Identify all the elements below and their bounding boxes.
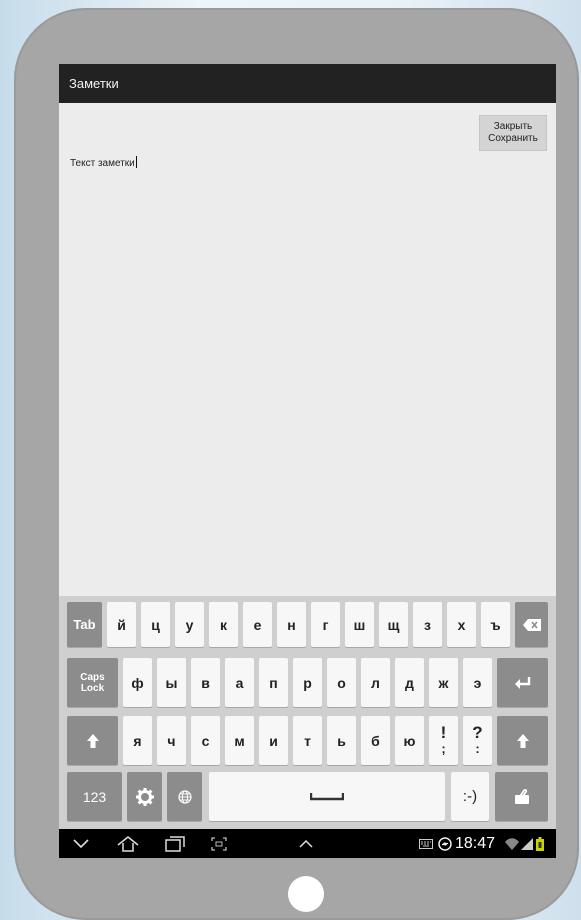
battery-status-icon-wrap (536, 829, 544, 858)
backspace-key[interactable] (515, 602, 548, 647)
key-row1-5[interactable]: е (243, 602, 272, 647)
nav-home-button[interactable] (117, 829, 139, 858)
sync-status-icon-wrap (438, 829, 452, 858)
recent-apps-icon (165, 835, 185, 852)
key-row2-9[interactable]: д (395, 658, 424, 707)
text-cursor (135, 156, 137, 168)
key-row2-7[interactable]: о (327, 658, 356, 707)
key-row3-3[interactable]: с (191, 716, 220, 765)
question-key[interactable]: ?: (463, 716, 492, 765)
key-row1-1[interactable]: й (107, 602, 136, 647)
key-row1-7[interactable]: г (311, 602, 340, 647)
battery-icon (536, 836, 544, 851)
note-text: Текст заметки (70, 158, 135, 169)
key-row3-5[interactable]: и (259, 716, 288, 765)
app-title-bar: Заметки (59, 64, 556, 103)
clipboard-icon (514, 788, 529, 804)
key-row2-11[interactable]: э (463, 658, 492, 707)
key-row1-4[interactable]: к (209, 602, 238, 647)
onscreen-keyboard: Tab й ц у к е н г ш щ з х ъ Caps Lock ф … (59, 596, 556, 829)
nav-recent-button[interactable] (165, 829, 185, 858)
chevron-up-icon (299, 839, 313, 848)
language-key[interactable] (167, 772, 202, 821)
home-icon (117, 835, 139, 852)
key-row3-9[interactable]: ю (395, 716, 424, 765)
system-navigation-bar: 18:47 (59, 829, 556, 858)
key-row1-11[interactable]: х (447, 602, 476, 647)
status-clock: 18:47 (455, 835, 496, 852)
key-row1-2[interactable]: ц (141, 602, 170, 647)
key-row2-4[interactable]: а (225, 658, 254, 707)
hardware-home-button[interactable] (288, 876, 324, 912)
exclamation-key[interactable]: !; (429, 716, 458, 765)
keyboard-status-icon-wrap (419, 829, 433, 858)
note-text-area[interactable]: Текст заметки (70, 156, 137, 169)
shift-left-key[interactable] (67, 716, 118, 765)
enter-icon (514, 676, 530, 689)
key-row2-2[interactable]: ы (157, 658, 186, 707)
space-icon (310, 792, 344, 800)
emoticon-key[interactable]: :-) (451, 772, 489, 821)
key-row2-1[interactable]: ф (123, 658, 152, 707)
key-row1-6[interactable]: н (277, 602, 306, 647)
settings-key[interactable] (127, 772, 162, 821)
save-label: Сохранить (488, 133, 538, 144)
app-title: Заметки (69, 76, 119, 91)
enter-key[interactable] (497, 658, 548, 707)
shift-icon (86, 733, 99, 748)
wifi-status-icon-wrap (505, 829, 519, 858)
numbers-key[interactable]: 123 (67, 772, 122, 821)
tab-key[interactable]: Tab (67, 602, 102, 647)
nav-back-button[interactable] (73, 829, 89, 858)
space-key[interactable] (209, 772, 445, 821)
chevron-down-icon (73, 839, 89, 848)
signal-status-icon-wrap (521, 829, 533, 858)
close-label: Закрыть (493, 121, 533, 132)
key-row1-12[interactable]: ъ (481, 602, 510, 647)
key-row3-1[interactable]: я (123, 716, 152, 765)
key-row3-6[interactable]: т (293, 716, 322, 765)
clipboard-key[interactable] (495, 772, 548, 821)
key-row1-10[interactable]: з (413, 602, 442, 647)
key-row2-8[interactable]: л (361, 658, 390, 707)
key-row1-3[interactable]: у (175, 602, 204, 647)
key-row3-7[interactable]: ь (327, 716, 356, 765)
nav-screenshot-button[interactable] (211, 829, 227, 858)
key-row3-8[interactable]: б (361, 716, 390, 765)
close-save-button[interactable]: Закрыть Сохранить (479, 115, 547, 151)
key-row1-8[interactable]: ш (345, 602, 374, 647)
key-row2-10[interactable]: ж (429, 658, 458, 707)
keyboard-icon (419, 838, 433, 849)
key-row2-5[interactable]: п (259, 658, 288, 707)
nav-up-button[interactable] (299, 829, 313, 858)
caps-lock-key[interactable]: Caps Lock (67, 658, 118, 707)
sync-icon (438, 836, 452, 851)
key-row3-4[interactable]: м (225, 716, 254, 765)
shift-icon (516, 733, 529, 748)
backspace-icon (522, 618, 541, 631)
key-row2-6[interactable]: р (293, 658, 322, 707)
screenshot-icon (211, 836, 227, 851)
wifi-icon (505, 837, 519, 850)
gear-icon (135, 787, 154, 806)
globe-icon (177, 789, 192, 804)
key-row2-3[interactable]: в (191, 658, 220, 707)
shift-right-key[interactable] (497, 716, 548, 765)
key-row3-2[interactable]: ч (157, 716, 186, 765)
key-row1-9[interactable]: щ (379, 602, 408, 647)
signal-icon (521, 837, 533, 850)
screen: Заметки Закрыть Сохранить Текст заметки … (59, 64, 556, 858)
